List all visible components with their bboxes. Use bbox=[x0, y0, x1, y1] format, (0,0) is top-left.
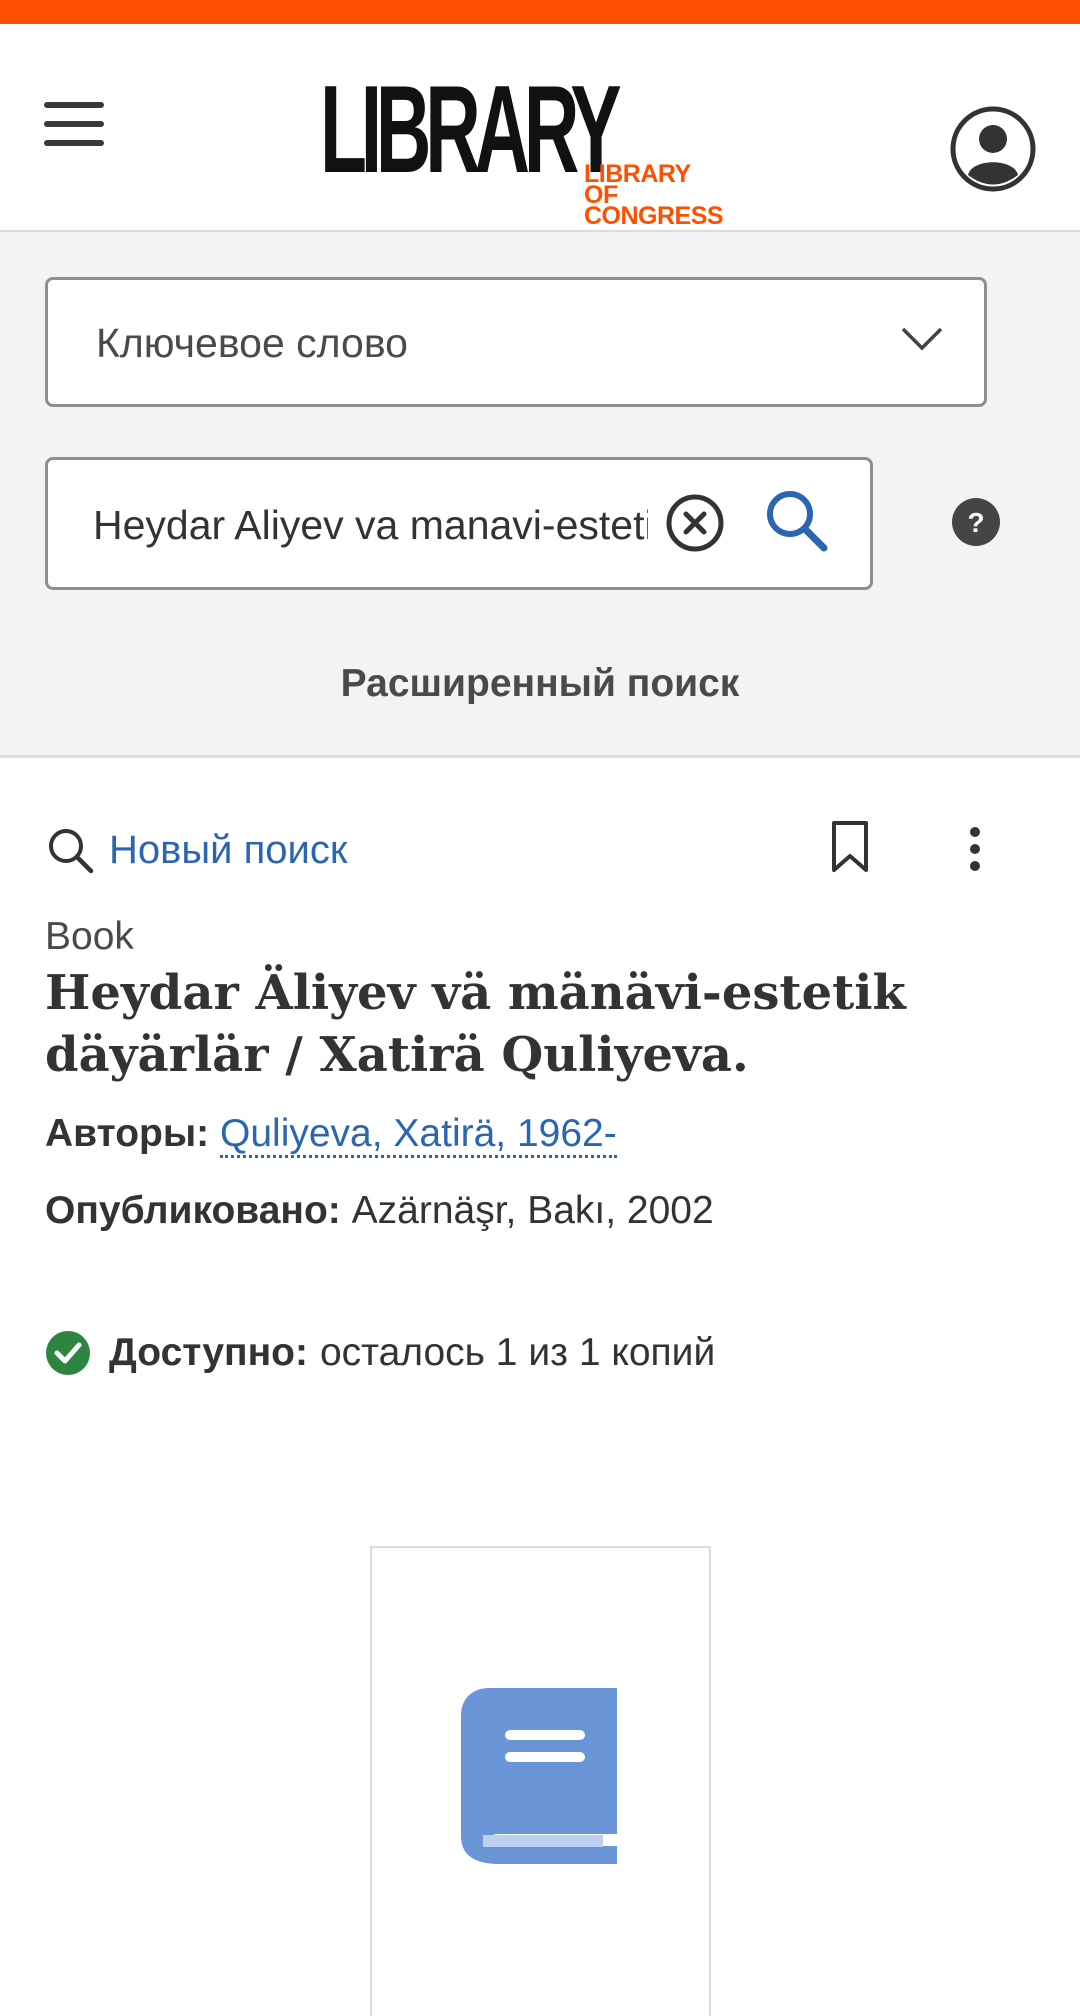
new-search-label: Новый поиск bbox=[109, 827, 348, 872]
record-title: Heydar Äliyev vä mänävi-estetik däyärlär… bbox=[45, 965, 906, 1083]
bookmark-icon[interactable] bbox=[830, 820, 870, 874]
search-icon[interactable] bbox=[764, 488, 830, 554]
search-input[interactable] bbox=[93, 500, 648, 550]
site-header: LIBRARY LIBRARY OF CONGRESS bbox=[0, 24, 1080, 232]
advanced-search-link[interactable]: Расширенный поиск bbox=[0, 662, 1080, 706]
search-query-box bbox=[45, 457, 873, 590]
availability-status: Доступно: осталось 1 из 1 копий bbox=[45, 1325, 715, 1381]
search-panel: Ключевое слово ? Расширенный поиск bbox=[0, 232, 1080, 758]
hamburger-menu-icon[interactable] bbox=[40, 94, 110, 154]
magnifier-icon bbox=[49, 829, 94, 874]
authors-label: Авторы: bbox=[45, 1112, 210, 1155]
authors-row: Авторы: Quliyeva, Xatirä, 1962- bbox=[45, 1112, 617, 1158]
book-cover-placeholder bbox=[370, 1546, 711, 2016]
more-options-icon[interactable] bbox=[960, 824, 990, 874]
clear-icon[interactable] bbox=[664, 492, 726, 554]
library-logo[interactable]: LIBRARY LIBRARY OF CONGRESS bbox=[320, 68, 750, 229]
published-value: Azärnäşr, Bakı, 2002 bbox=[351, 1189, 714, 1232]
user-account-icon[interactable] bbox=[950, 106, 1036, 192]
book-icon bbox=[461, 1688, 617, 1864]
top-accent-bar bbox=[0, 0, 1080, 24]
published-row: Опубликовано: Azärnäşr, Bakı, 2002 bbox=[45, 1189, 714, 1233]
availability-value: осталось 1 из 1 копий bbox=[319, 1331, 716, 1374]
search-field-select[interactable]: Ключевое слово bbox=[45, 277, 987, 407]
chevron-down-icon bbox=[901, 327, 943, 351]
search-field-value: Ключевое слово bbox=[96, 320, 408, 366]
published-label: Опубликовано: bbox=[45, 1189, 341, 1232]
availability-label: Доступно: bbox=[109, 1331, 308, 1374]
record-format: Book bbox=[45, 915, 134, 958]
help-icon[interactable]: ? bbox=[950, 496, 1002, 548]
svg-text:?: ? bbox=[967, 507, 984, 538]
logo-subtitle: LIBRARY OF CONGRESS bbox=[584, 160, 724, 230]
check-circle-icon bbox=[46, 1331, 90, 1375]
record-toolbar: Новый поиск bbox=[0, 820, 1080, 880]
logo-wordmark: LIBRARY bbox=[320, 61, 622, 199]
new-search-link[interactable]: Новый поиск bbox=[45, 820, 347, 880]
author-link[interactable]: Quliyeva, Xatirä, 1962- bbox=[220, 1112, 617, 1158]
